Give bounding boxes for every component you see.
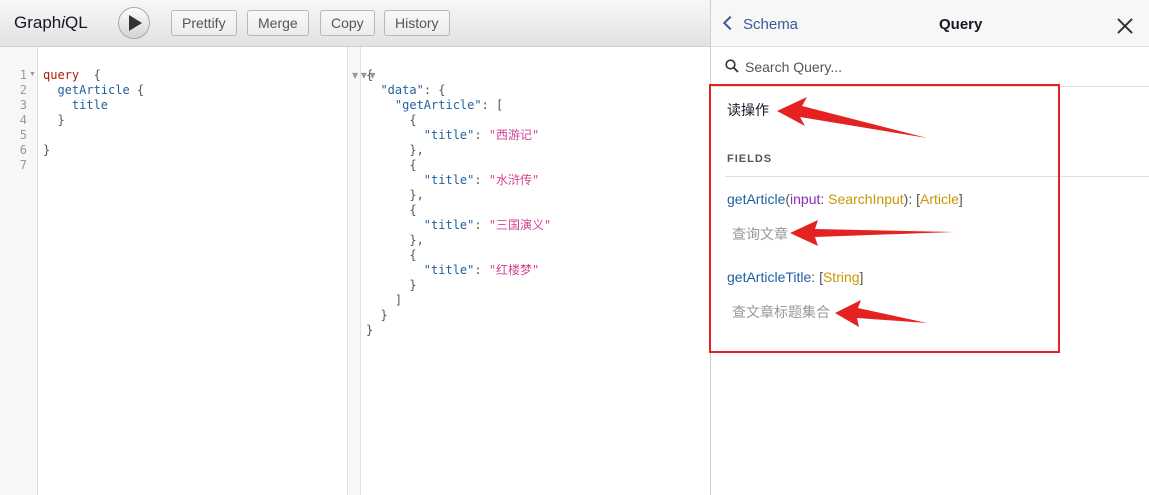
result-gutter xyxy=(348,47,361,495)
query-code[interactable]: query { getArticle { title } } xyxy=(43,68,144,158)
chevron-left-icon xyxy=(722,15,738,31)
prettify-button[interactable]: Prettify xyxy=(171,10,237,36)
graphiql-logo: GraphiQL xyxy=(14,13,88,32)
result-viewer: { "data": { "getArticle": [ { "title": "… xyxy=(366,68,552,337)
doc-title: Query xyxy=(939,16,983,33)
annotation-arrow-icon xyxy=(835,300,927,327)
annotation-arrow-icon xyxy=(790,220,954,246)
back-to-schema-link[interactable]: Schema xyxy=(722,15,798,33)
line-numbers: 1 2 3 4 5 6 7 xyxy=(19,68,27,172)
fold-marker-icon[interactable]: ▼ xyxy=(29,71,36,78)
doc-search xyxy=(711,47,1149,87)
annotation-arrow-icon xyxy=(777,97,927,138)
query-editor[interactable]: 1 2 3 4 5 6 7 ▼ query { getArticle { tit… xyxy=(0,47,348,495)
search-icon xyxy=(725,59,739,73)
play-icon xyxy=(129,15,142,31)
search-input[interactable] xyxy=(745,57,1105,77)
history-button[interactable]: History xyxy=(384,10,450,36)
toolbar: GraphiQL Prettify Merge Copy History xyxy=(0,0,710,47)
merge-button[interactable]: Merge xyxy=(247,10,309,36)
doc-explorer-header: Schema Query xyxy=(711,0,1149,47)
copy-button[interactable]: Copy xyxy=(320,10,375,36)
close-icon[interactable] xyxy=(1117,18,1133,34)
execute-query-button[interactable] xyxy=(118,7,150,39)
